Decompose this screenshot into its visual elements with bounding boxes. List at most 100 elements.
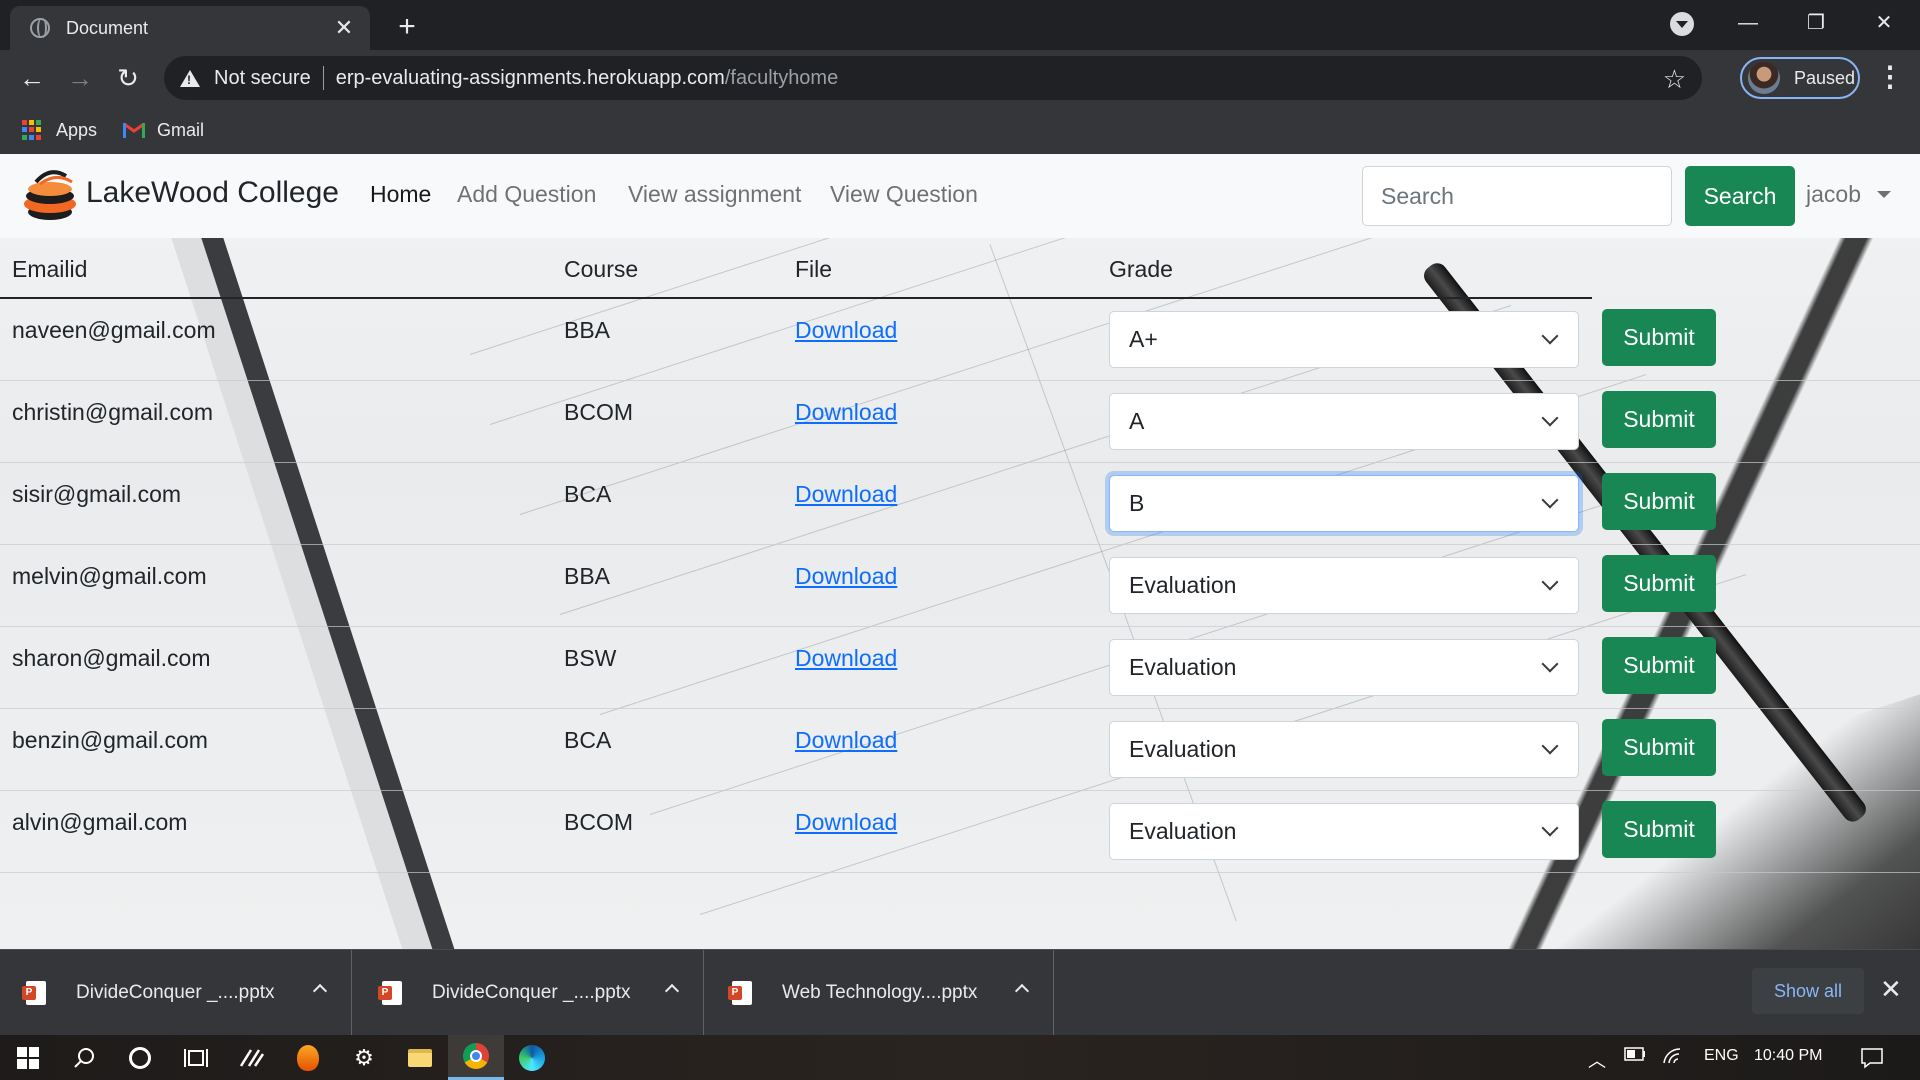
brand-name[interactable]: LakeWood College bbox=[86, 176, 339, 210]
download-filename: DivideConquer _....pptx bbox=[432, 982, 631, 1003]
clock[interactable]: 10:40 PM bbox=[1754, 1047, 1822, 1065]
chevron-down-icon bbox=[1541, 655, 1559, 673]
chrome-icon[interactable] bbox=[448, 1035, 504, 1080]
windows-logo-icon bbox=[17, 1046, 39, 1069]
browser-toolbar: ← → ↻ Not secure erp-evaluating-assignme… bbox=[0, 50, 1920, 106]
bookmark-apps[interactable]: Apps bbox=[22, 120, 97, 141]
submit-button[interactable]: Submit bbox=[1602, 473, 1716, 530]
tab-close-icon[interactable]: ✕ bbox=[332, 15, 356, 41]
search-icon[interactable] bbox=[56, 1035, 112, 1080]
user-dropdown[interactable]: jacob bbox=[1806, 181, 1891, 208]
grade-select[interactable]: Evaluation bbox=[1109, 721, 1579, 778]
page-viewport: LakeWood College Home Add Question View … bbox=[0, 154, 1920, 949]
new-tab-button[interactable]: + bbox=[392, 10, 422, 44]
tab-search-icon[interactable] bbox=[1670, 12, 1694, 36]
grade-select[interactable]: A+ bbox=[1109, 311, 1579, 368]
chevron-down-icon bbox=[1541, 573, 1559, 591]
app-icon-orange[interactable] bbox=[280, 1035, 336, 1080]
restore-button[interactable]: ❐ bbox=[1786, 6, 1846, 40]
file-explorer-icon[interactable] bbox=[392, 1035, 448, 1080]
download-item[interactable]: Web Technology....pptx bbox=[706, 950, 1054, 1036]
email-cell: sharon@gmail.com bbox=[12, 645, 211, 671]
grade-select[interactable]: A bbox=[1109, 393, 1579, 450]
grade-select[interactable]: Evaluation bbox=[1109, 639, 1579, 696]
back-arrow-icon[interactable]: ← bbox=[16, 62, 48, 94]
cortana-icon[interactable] bbox=[112, 1035, 168, 1080]
grade-select[interactable]: B bbox=[1109, 475, 1579, 532]
grade-value: Evaluation bbox=[1129, 572, 1237, 598]
notification-center-icon[interactable] bbox=[1860, 1047, 1884, 1074]
battery-icon[interactable] bbox=[1624, 1047, 1646, 1066]
minimize-button[interactable]: — bbox=[1718, 6, 1778, 40]
submit-button[interactable]: Submit bbox=[1602, 719, 1716, 776]
wifi-icon[interactable] bbox=[1662, 1047, 1684, 1070]
reload-icon[interactable]: ↻ bbox=[112, 62, 144, 94]
pen-workspace-icon[interactable] bbox=[224, 1035, 280, 1080]
submit-button[interactable]: Submit bbox=[1602, 309, 1716, 366]
download-item[interactable]: DivideConquer _....pptx bbox=[0, 950, 352, 1036]
bookmark-star-icon[interactable]: ☆ bbox=[1663, 64, 1686, 95]
email-cell: sisir@gmail.com bbox=[12, 481, 182, 507]
grade-select[interactable]: Evaluation bbox=[1109, 803, 1579, 860]
chevron-down-icon bbox=[1541, 737, 1559, 755]
submit-button[interactable]: Submit bbox=[1602, 637, 1716, 694]
submit-button[interactable]: Submit bbox=[1602, 391, 1716, 448]
chevron-up-icon[interactable] bbox=[664, 983, 680, 999]
download-link[interactable]: Download bbox=[795, 317, 897, 344]
forward-arrow-icon[interactable]: → bbox=[64, 62, 96, 94]
bookmark-label: Gmail bbox=[157, 119, 205, 140]
nav-link-add-question[interactable]: Add Question bbox=[457, 181, 596, 208]
bookmark-gmail[interactable]: Gmail bbox=[123, 120, 204, 141]
download-link[interactable]: Download bbox=[795, 563, 897, 590]
bookmark-label: Apps bbox=[56, 119, 98, 140]
profile-button[interactable]: Paused bbox=[1740, 57, 1860, 99]
download-filename: Web Technology....pptx bbox=[782, 982, 978, 1003]
language-indicator[interactable]: ENG bbox=[1704, 1047, 1739, 1065]
browser-tab-strip: Document ✕ + — ❐ ✕ bbox=[0, 0, 1920, 50]
download-link[interactable]: Download bbox=[795, 645, 897, 672]
tray-chevron-up-icon[interactable]: ︿ bbox=[1588, 1047, 1606, 1073]
task-view-icon[interactable] bbox=[168, 1035, 224, 1080]
table-row: alvin@gmail.com BCOM Download Evaluation… bbox=[0, 791, 1920, 873]
url-host: erp-evaluating-assignments.herokuapp.com bbox=[335, 66, 725, 89]
nav-link-view-assignment[interactable]: View assignment bbox=[628, 181, 801, 208]
search-button[interactable]: Search bbox=[1685, 166, 1795, 226]
column-header-grade: Grade bbox=[1109, 256, 1173, 282]
download-link[interactable]: Download bbox=[795, 727, 897, 754]
download-link[interactable]: Download bbox=[795, 481, 897, 508]
submit-button[interactable]: Submit bbox=[1602, 801, 1716, 858]
college-logo-icon[interactable] bbox=[16, 166, 84, 226]
grade-select[interactable]: Evaluation bbox=[1109, 557, 1579, 614]
download-link[interactable]: Download bbox=[795, 809, 897, 836]
grade-value: A bbox=[1129, 408, 1145, 434]
course-cell: BCOM bbox=[564, 809, 633, 835]
bookmarks-bar: Apps Gmail bbox=[0, 106, 1920, 154]
more-menu-icon[interactable]: ⋮ bbox=[1876, 60, 1904, 94]
windows-taskbar: ⚙ ︿ ENG 10:40 PM bbox=[0, 1035, 1920, 1080]
powerpoint-file-icon bbox=[378, 981, 402, 1005]
submit-button[interactable]: Submit bbox=[1602, 555, 1716, 612]
close-downloads-icon[interactable]: ✕ bbox=[1880, 974, 1902, 1005]
search-input[interactable] bbox=[1362, 166, 1672, 226]
nav-link-home[interactable]: Home bbox=[370, 181, 431, 208]
email-cell: christin@gmail.com bbox=[12, 399, 214, 425]
download-item[interactable]: DivideConquer _....pptx bbox=[356, 950, 704, 1036]
window-close-button[interactable]: ✕ bbox=[1854, 6, 1914, 40]
browser-tab[interactable]: Document ✕ bbox=[10, 6, 370, 50]
download-link[interactable]: Download bbox=[795, 399, 897, 426]
nav-link-view-question[interactable]: View Question bbox=[830, 181, 978, 208]
security-indicator[interactable]: Not secure bbox=[214, 67, 311, 90]
chevron-down-icon bbox=[1541, 409, 1559, 427]
start-button[interactable] bbox=[0, 1035, 56, 1080]
chevron-up-icon[interactable] bbox=[1014, 983, 1030, 999]
show-all-downloads-button[interactable]: Show all bbox=[1752, 968, 1864, 1014]
edge-icon[interactable] bbox=[504, 1035, 560, 1080]
tab-title: Document bbox=[66, 17, 149, 38]
column-header-email: Emailid bbox=[12, 256, 88, 282]
download-filename: DivideConquer _....pptx bbox=[76, 982, 275, 1003]
column-header-file: File bbox=[795, 256, 833, 282]
user-name: jacob bbox=[1806, 181, 1861, 207]
settings-gear-icon[interactable]: ⚙ bbox=[336, 1035, 392, 1080]
chevron-up-icon[interactable] bbox=[312, 983, 328, 999]
address-bar[interactable]: Not secure erp-evaluating-assignments.he… bbox=[164, 56, 1702, 100]
